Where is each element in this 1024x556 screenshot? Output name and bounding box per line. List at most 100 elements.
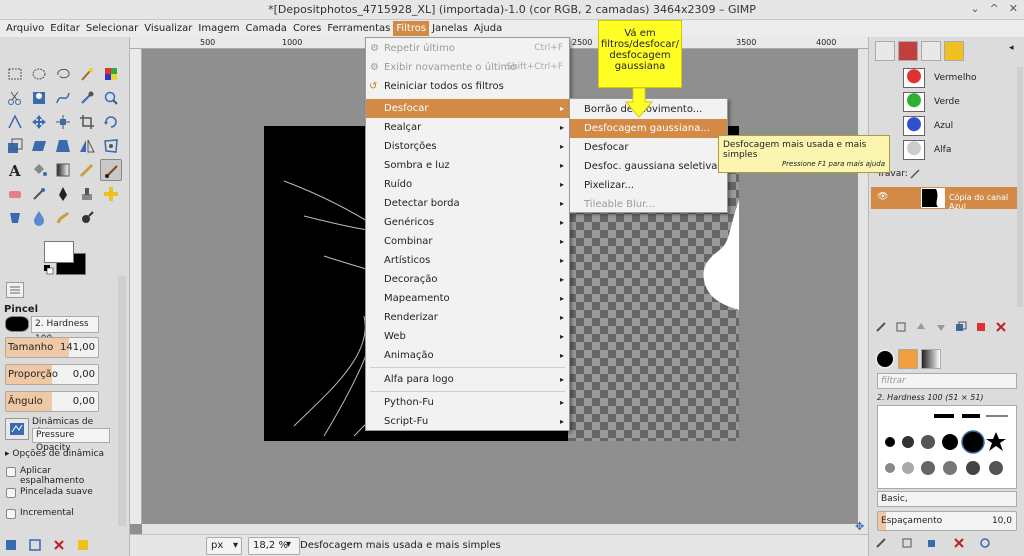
heal-icon[interactable] [100,183,122,205]
duplicate-channel-icon[interactable] [955,321,967,336]
tool-options-scrollbar[interactable] [118,276,126,526]
menu-item-animacao[interactable]: Animação ▸ [366,346,569,365]
menu-item-combinar[interactable]: Combinar ▸ [366,232,569,251]
menu-item-renderizar[interactable]: Renderizar ▸ [366,308,569,327]
menu-selecionar[interactable]: Selecionar [83,21,141,36]
channel-row[interactable]: Vermelho [877,67,1019,89]
flip-icon[interactable] [76,135,98,157]
delete-channel-icon[interactable] [995,321,1007,336]
measure-icon[interactable] [4,111,26,133]
gradients-tab-icon[interactable] [921,349,941,369]
move-icon[interactable] [28,111,50,133]
menu-item-script-fu[interactable]: Script-Fu ▸ [366,412,569,431]
channel-row[interactable]: Azul [877,115,1019,137]
lower-channel-icon[interactable] [935,321,947,336]
cage-icon[interactable] [100,135,122,157]
text-icon[interactable]: A [4,159,26,181]
menu-item-detectar-borda[interactable]: Detectar borda ▸ [366,194,569,213]
channels-scrollbar[interactable] [1017,67,1023,307]
menu-ajuda[interactable]: Ajuda [471,21,505,36]
rect-select-icon[interactable] [4,63,26,85]
perspective-icon[interactable] [52,135,74,157]
incremental-checkbox[interactable] [6,509,16,519]
close-window-button[interactable]: ✕ [1009,2,1018,15]
new-brush-icon[interactable] [901,537,913,552]
ink-icon[interactable] [52,183,74,205]
foreground-color-swatch[interactable] [44,241,74,263]
zoom-dropdown-icon[interactable]: ▾ [286,539,291,550]
channel-to-selection-icon[interactable] [975,321,987,336]
menu-camada[interactable]: Camada [242,21,289,36]
unit-select[interactable]: px ▾ [206,537,242,555]
zoom-icon[interactable] [100,87,122,109]
brush-preview[interactable] [5,316,29,332]
menu-item-mapeamento[interactable]: Mapeamento ▸ [366,289,569,308]
rotate-icon[interactable] [100,111,122,133]
menu-cores[interactable]: Cores [290,21,324,36]
color-picker-icon[interactable] [76,87,98,109]
dodge-burn-icon[interactable] [76,207,98,229]
reset-options-icon[interactable] [76,538,90,555]
brush-tag-field[interactable]: Basic, [877,491,1017,507]
foreground-select-icon[interactable] [28,87,50,109]
dynamics-field[interactable]: Pressure Opacity [32,428,110,453]
delete-brush-icon[interactable] [953,537,965,552]
vertical-scrollbar[interactable] [858,49,868,524]
menu-item-ruido[interactable]: Ruído ▸ [366,175,569,194]
menu-item-distorcoes[interactable]: Distorções ▸ [366,137,569,156]
shear-icon[interactable] [28,135,50,157]
jitter-checkbox[interactable] [6,467,16,477]
channel-row[interactable]: Alfa [877,139,1019,161]
smudge-icon[interactable] [52,207,74,229]
reshow-last-item[interactable]: ⚙ Exibir novamente o último Shift+Ctrl+F [366,58,569,77]
clone-icon[interactable] [76,183,98,205]
eraser-icon[interactable] [4,183,26,205]
edit-brush-icon[interactable] [875,537,887,552]
menu-item-genericos[interactable]: Genéricos ▸ [366,213,569,232]
channel-row[interactable]: Verde [877,91,1019,113]
blur-item-selective-gaussian[interactable]: Desfoc. gaussiana seletiva... [570,157,727,176]
dynamics-options-expander[interactable]: ▸ Opções de dinâmica [5,449,104,459]
menu-janelas[interactable]: Janelas [429,21,471,36]
menu-imagem[interactable]: Imagem [195,21,242,36]
menu-item-artisticos[interactable]: Artísticos ▸ [366,251,569,270]
lock-brush-icon[interactable] [909,168,921,183]
brushes-tab-icon[interactable] [875,349,895,369]
menu-editar[interactable]: Editar [47,21,83,36]
layers-tab-icon[interactable] [875,41,895,61]
menu-visualizar[interactable]: Visualizar [141,21,195,36]
brush-grid[interactable] [877,405,1017,489]
undo-tab-icon[interactable] [944,41,964,61]
menu-item-web[interactable]: Web ▸ [366,327,569,346]
pencil-icon[interactable] [76,159,98,181]
alignment-icon[interactable] [52,111,74,133]
dock-menu-icon[interactable]: ◂ [1009,43,1014,53]
paintbrush-icon[interactable] [100,159,122,181]
save-options-icon[interactable] [4,538,18,555]
airbrush-icon[interactable] [28,183,50,205]
menu-filtros[interactable]: Filtros [393,21,430,36]
paths-tab-icon[interactable] [921,41,941,61]
blur-item-gaussian[interactable]: Desfocagem gaussiana... [570,119,727,138]
menu-item-desfocar[interactable]: Desfocar ▸ [366,99,569,118]
bucket-fill-icon[interactable] [28,159,50,181]
restore-options-icon[interactable] [28,538,42,555]
angle-slider[interactable]: Ângulo 0,00 [5,391,99,412]
repeat-last-item[interactable]: ⚙ Repetir último Ctrl+F [366,39,569,58]
patterns-tab-icon[interactable] [898,349,918,369]
size-slider[interactable]: Tamanho 141,00 [5,337,99,358]
menu-item-alfa-logo[interactable]: Alfa para logo ▸ [366,370,569,389]
raise-channel-icon[interactable] [915,321,927,336]
visibility-eye-icon[interactable]: 👁 [877,192,888,202]
menu-arquivo[interactable]: Arquivo [3,21,47,36]
delete-options-icon[interactable] [52,538,66,555]
blur-item-tileable[interactable]: Tileable Blur... [570,195,727,214]
blur-sharpen-icon[interactable] [28,207,50,229]
menu-item-sombra-luz[interactable]: Sombra e luz ▸ [366,156,569,175]
ellipse-select-icon[interactable] [28,63,50,85]
menu-ferramentas[interactable]: Ferramentas [324,21,393,36]
zoom-field[interactable]: 18,2 % [248,537,300,555]
perspective-clone-icon[interactable] [4,207,26,229]
maximize-button[interactable]: ^ [990,2,999,15]
menu-item-decoracao[interactable]: Decoração ▸ [366,270,569,289]
